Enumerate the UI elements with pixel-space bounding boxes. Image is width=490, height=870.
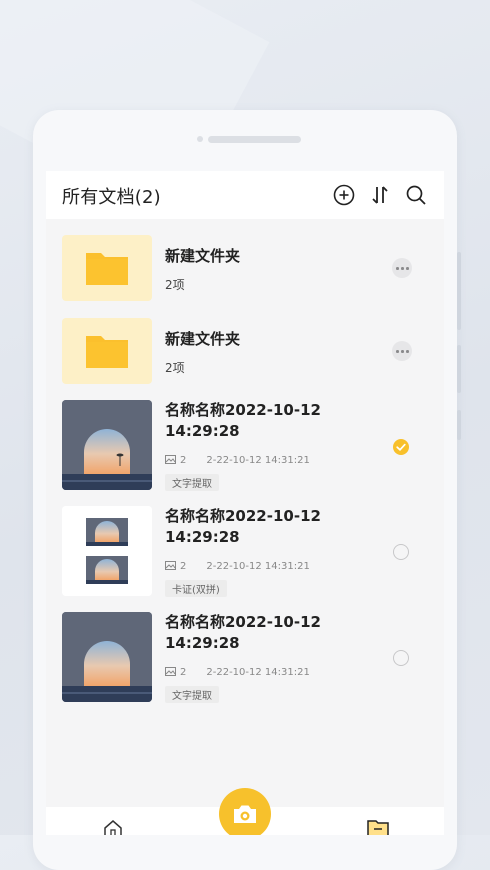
document-thumbnail <box>62 400 152 490</box>
phone-speaker <box>208 136 301 143</box>
folder-thumbnail <box>62 235 152 301</box>
documents-icon[interactable] <box>366 819 390 835</box>
sort-icon[interactable] <box>368 183 392 207</box>
image-count-icon <box>165 455 176 464</box>
item-name: 名称名称2022-10-12 14:29:28 <box>165 507 321 546</box>
top-bar: 所有文档(2) <box>46 171 444 219</box>
image-count: 2 <box>180 667 187 678</box>
photo-image <box>62 612 152 702</box>
image-count: 2 <box>180 561 187 572</box>
search-icon[interactable] <box>404 183 428 207</box>
page-title: 所有文档(2) <box>62 187 161 208</box>
item-meta: 2 2-22-10-12 14:31:21 <box>165 455 310 466</box>
item-name: 名称名称2022-10-12 14:29:28 <box>165 613 321 652</box>
checkbox-icon[interactable] <box>393 544 409 560</box>
item-date: 2-22-10-12 14:31:21 <box>206 455 310 466</box>
document-thumbnail <box>62 506 152 596</box>
camera-icon <box>234 805 256 823</box>
folder-icon <box>86 253 128 285</box>
item-meta: 2 2-22-10-12 14:31:21 <box>165 561 310 572</box>
app-screen: 所有文档(2) 新建文件夹 2项 新建文件夹 2项 名称名称2022-10-12… <box>46 171 444 835</box>
phone-side-button <box>457 345 461 393</box>
more-icon[interactable] <box>392 258 412 278</box>
document-thumbnail <box>62 612 152 702</box>
phone-side-button <box>457 252 461 330</box>
home-icon[interactable] <box>103 819 123 835</box>
item-date: 2-22-10-12 14:31:21 <box>206 667 310 678</box>
item-tag: 文字提取 <box>165 474 219 491</box>
photo-image <box>62 400 152 490</box>
add-icon[interactable] <box>332 183 356 207</box>
item-tag: 文字提取 <box>165 686 219 703</box>
item-name: 新建文件夹 <box>165 247 241 265</box>
front-camera <box>197 136 203 142</box>
checkbox-icon[interactable] <box>393 650 409 666</box>
item-meta: 2 2-22-10-12 14:31:21 <box>165 667 310 678</box>
folder-thumbnail <box>62 318 152 384</box>
more-icon[interactable] <box>392 341 412 361</box>
item-count: 2项 <box>165 361 185 375</box>
item-date: 2-22-10-12 14:31:21 <box>206 561 310 572</box>
item-count: 2项 <box>165 278 185 292</box>
item-name: 名称名称2022-10-12 14:29:28 <box>165 401 321 440</box>
checkbox-icon[interactable] <box>393 439 409 455</box>
folder-icon <box>86 336 128 368</box>
phone-side-button <box>457 410 461 440</box>
image-count: 2 <box>180 455 187 466</box>
image-count-icon <box>165 667 176 676</box>
item-tag: 卡证(双拼) <box>165 580 227 597</box>
item-name: 新建文件夹 <box>165 330 241 348</box>
card-image <box>62 506 152 596</box>
camera-button[interactable] <box>219 788 271 835</box>
image-count-icon <box>165 561 176 570</box>
